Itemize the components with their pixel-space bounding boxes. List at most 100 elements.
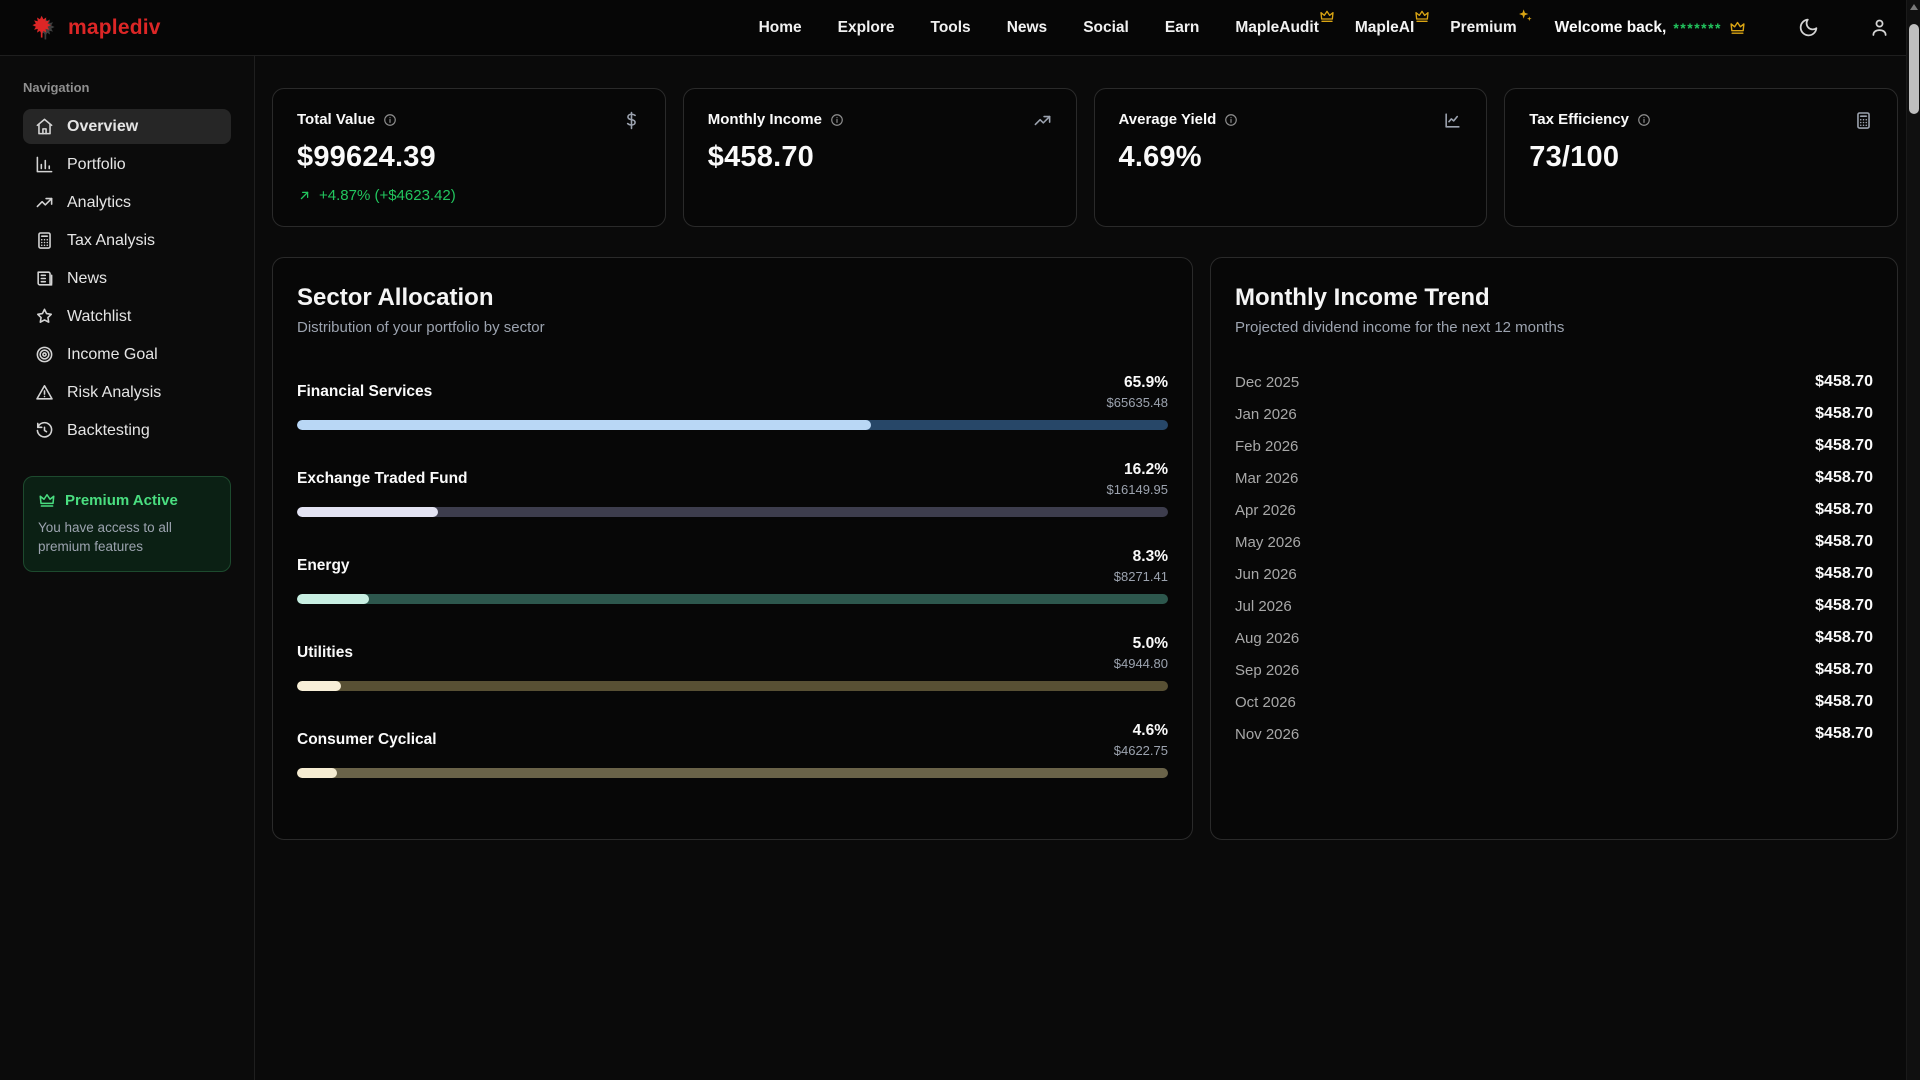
calculator-icon	[1854, 111, 1873, 130]
income-amount: $458.70	[1815, 629, 1873, 647]
sector-name: Energy	[297, 557, 350, 575]
sector-bar-track	[297, 681, 1168, 691]
sidebar-item[interactable]: Income Goal	[23, 337, 231, 372]
sector-bar-fill	[297, 420, 871, 430]
income-month: May 2026	[1235, 534, 1301, 551]
income-month: Oct 2026	[1235, 694, 1296, 711]
sidebar: Navigation Overview Portfolio Analytics …	[0, 56, 255, 1080]
sidebar-item[interactable]: Risk Analysis	[23, 375, 231, 410]
maple-leaf-icon	[30, 14, 58, 42]
topnav-link[interactable]: Earn	[1165, 19, 1199, 37]
stat-value: 73/100	[1529, 141, 1873, 174]
sidebar-item-label: Income Goal	[67, 346, 158, 364]
topnav-link[interactable]: Social	[1083, 19, 1129, 37]
scrollbar-thumb[interactable]	[1909, 24, 1919, 114]
sector-bar-track	[297, 594, 1168, 604]
sector-bar-fill	[297, 681, 341, 691]
stats-row: Total Value $99624.39 +4.87% (+$4623.42)	[272, 88, 1898, 227]
crown-icon	[1319, 8, 1335, 24]
stat-label: Average Yield	[1119, 111, 1217, 128]
income-amount: $458.70	[1815, 565, 1873, 583]
topnav-link[interactable]: Home	[759, 19, 802, 37]
sidebar-item-label: Tax Analysis	[67, 232, 155, 250]
stat-change-text: +4.87% (+$4623.42)	[319, 187, 456, 204]
topnav: Home Explore Tools News Social Earn	[759, 19, 1517, 37]
stat-change: +4.87% (+$4623.42)	[297, 187, 641, 204]
sector-percent: 65.9%	[1107, 374, 1168, 392]
bar-chart-icon	[35, 155, 54, 174]
sidebar-item-label: Risk Analysis	[67, 384, 161, 402]
crown-icon	[38, 491, 56, 509]
topnav-link-label: Home	[759, 19, 802, 36]
sector-bar-track	[297, 768, 1168, 778]
topnav-link[interactable]: MapleAudit	[1235, 19, 1319, 37]
sidebar-item-label: Watchlist	[67, 308, 131, 326]
sector-name: Financial Services	[297, 383, 432, 401]
sector-amount: $4944.80	[1114, 656, 1168, 671]
income-trend-title: Monthly Income Trend	[1235, 284, 1873, 312]
sidebar-item[interactable]: Analytics	[23, 185, 231, 220]
income-amount: $458.70	[1815, 373, 1873, 391]
income-row: Nov 2026 $458.70	[1235, 718, 1873, 750]
account-button[interactable]	[1869, 17, 1890, 38]
topnav-link[interactable]: Explore	[838, 19, 895, 37]
income-row: May 2026 $458.70	[1235, 526, 1873, 558]
income-month: Apr 2026	[1235, 502, 1296, 519]
sidebar-item[interactable]: News	[23, 261, 231, 296]
sector-row: Exchange Traded Fund 16.2% $16149.95	[297, 461, 1168, 517]
dollar-sign-icon	[622, 111, 641, 130]
income-list: Dec 2025 $458.70 Jan 2026 $458.70 Feb 20…	[1235, 366, 1873, 750]
income-amount: $458.70	[1815, 501, 1873, 519]
stat-label: Tax Efficiency	[1529, 111, 1629, 128]
crown-icon	[1729, 19, 1746, 36]
sidebar-nav-list: Overview Portfolio Analytics Tax Analysi…	[23, 109, 231, 448]
welcome-masked-username: *******	[1673, 20, 1722, 36]
sidebar-item[interactable]: Watchlist	[23, 299, 231, 334]
stat-value: $458.70	[708, 141, 1052, 174]
stat-value: $99624.39	[297, 141, 641, 174]
topnav-link-label: MapleAudit	[1235, 19, 1319, 36]
income-row: Aug 2026 $458.70	[1235, 622, 1873, 654]
sidebar-item[interactable]: Backtesting	[23, 413, 231, 448]
sidebar-item[interactable]: Overview	[23, 109, 231, 144]
info-icon[interactable]	[1637, 113, 1651, 127]
sector-name: Consumer Cyclical	[297, 731, 437, 749]
page-shell: Navigation Overview Portfolio Analytics …	[0, 56, 1920, 1080]
premium-status-box: Premium Active You have access to all pr…	[23, 476, 231, 572]
sidebar-item[interactable]: Tax Analysis	[23, 223, 231, 258]
brand-name: maplediv	[68, 16, 161, 40]
topnav-link[interactable]: Tools	[931, 19, 971, 37]
info-icon[interactable]	[830, 113, 844, 127]
premium-status-title: Premium Active	[65, 492, 178, 509]
sidebar-item[interactable]: Portfolio	[23, 147, 231, 182]
user-icon	[1869, 17, 1890, 38]
income-amount: $458.70	[1815, 533, 1873, 551]
income-row: Apr 2026 $458.70	[1235, 494, 1873, 526]
info-icon[interactable]	[1224, 113, 1238, 127]
arrow-up-right-icon	[297, 188, 312, 203]
income-row: Jul 2026 $458.70	[1235, 590, 1873, 622]
brand-logo[interactable]: maplediv	[30, 14, 161, 42]
income-row: Jun 2026 $458.70	[1235, 558, 1873, 590]
topnav-link[interactable]: Premium	[1450, 19, 1516, 37]
sector-amount: $16149.95	[1107, 482, 1168, 497]
sector-row: Energy 8.3% $8271.41	[297, 548, 1168, 604]
sector-amount: $4622.75	[1114, 743, 1168, 758]
income-month: Sep 2026	[1235, 662, 1299, 679]
income-row: Mar 2026 $458.70	[1235, 462, 1873, 494]
topnav-link[interactable]: MapleAI	[1355, 19, 1414, 37]
income-row: Dec 2025 $458.70	[1235, 366, 1873, 398]
stat-card-header: Tax Efficiency	[1529, 111, 1873, 130]
info-icon[interactable]	[383, 113, 397, 127]
topnav-link-label: Premium	[1450, 19, 1516, 36]
stat-card: Monthly Income $458.70	[683, 88, 1077, 227]
stat-card-header: Average Yield	[1119, 111, 1463, 130]
income-trend-subtitle: Projected dividend income for the next 1…	[1235, 319, 1873, 336]
topnav-link[interactable]: News	[1007, 19, 1048, 37]
sector-bar-fill	[297, 594, 369, 604]
scrollbar-up-arrow[interactable]	[1910, 4, 1918, 10]
sector-allocation-title: Sector Allocation	[297, 284, 1168, 312]
premium-status-description: You have access to all premium features	[38, 519, 216, 557]
theme-toggle-button[interactable]	[1798, 17, 1819, 38]
income-amount: $458.70	[1815, 437, 1873, 455]
